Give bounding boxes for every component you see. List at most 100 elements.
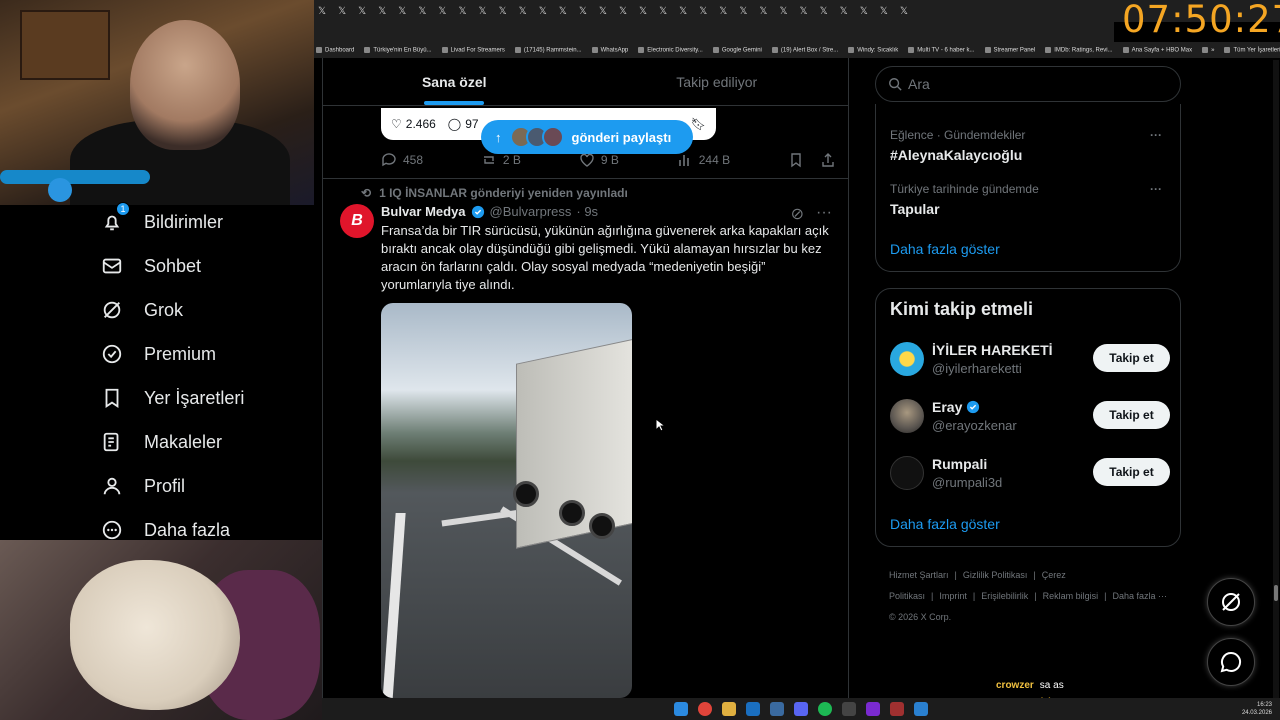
sidebar-item-bildirimler[interactable]: 1 Bildirimler bbox=[90, 200, 322, 244]
tab-following[interactable]: Takip ediliyor bbox=[586, 58, 849, 105]
bookmark-item[interactable]: Google Gemini bbox=[713, 47, 762, 53]
reply-button[interactable]: 458 bbox=[381, 152, 423, 168]
app-icon[interactable] bbox=[890, 702, 904, 716]
bookmark-item[interactable]: » bbox=[1202, 47, 1214, 53]
browser-tab[interactable]: 𝕏 bbox=[559, 6, 567, 17]
steam-icon[interactable] bbox=[770, 702, 784, 716]
browser-tab[interactable]: 𝕏 bbox=[739, 6, 747, 17]
grok-fab[interactable] bbox=[1207, 578, 1255, 626]
discord-icon[interactable] bbox=[794, 702, 808, 716]
bookmark-item[interactable]: Türkiye'nin En Büyü... bbox=[364, 47, 431, 53]
browser-tab[interactable]: 𝕏 bbox=[759, 6, 767, 17]
views-button[interactable]: 244 B bbox=[677, 152, 730, 168]
footer-link[interactable]: Hizmet Şartları bbox=[889, 570, 949, 580]
bookmark-item[interactable]: Dashboard bbox=[316, 47, 354, 53]
browser-tab[interactable]: 𝕏 bbox=[619, 6, 627, 17]
sidebar-item-makaleler[interactable]: Makaleler bbox=[90, 420, 322, 464]
browser-tab[interactable]: 𝕏 bbox=[679, 6, 687, 17]
repost-button[interactable]: 2 B bbox=[481, 152, 521, 168]
bookmark-item[interactable]: Multi TV - 6 haber k... bbox=[908, 47, 974, 53]
footer-link[interactable]: Imprint bbox=[939, 591, 967, 601]
bookmark-item[interactable]: Livad For Streamers bbox=[442, 47, 505, 53]
share-icon[interactable] bbox=[820, 152, 836, 168]
search-input[interactable]: Ara bbox=[875, 66, 1181, 102]
browser-tab[interactable]: 𝕏 bbox=[800, 6, 808, 17]
bookmark-icon[interactable] bbox=[788, 152, 804, 168]
browser-tab[interactable]: 𝕏 bbox=[338, 6, 346, 17]
browser-tab[interactable]: 𝕏 bbox=[458, 6, 466, 17]
browser-tab[interactable]: 𝕏 bbox=[479, 6, 487, 17]
new-posts-pill[interactable]: ↑ gönderi paylaştı bbox=[481, 120, 693, 154]
browser-tab[interactable]: 𝕏 bbox=[719, 6, 727, 17]
sidebar-item-premium[interactable]: Premium bbox=[90, 332, 322, 376]
follow-button[interactable]: Takip et bbox=[1093, 344, 1170, 372]
follow-show-more[interactable]: Daha fazla göster bbox=[890, 516, 1000, 532]
trend-item[interactable]: Eğlence · Gündemdekiler #AleynaKalaycıoğ… bbox=[890, 128, 1170, 163]
browser-tab[interactable]: 𝕏 bbox=[358, 6, 366, 17]
browser-tab[interactable]: 𝕏 bbox=[318, 6, 326, 17]
folder-icon[interactable] bbox=[722, 702, 736, 716]
tab-for-you[interactable]: Sana özel bbox=[323, 58, 586, 105]
more-icon[interactable]: ··· bbox=[1150, 182, 1162, 196]
browser-tab[interactable]: 𝕏 bbox=[539, 6, 547, 17]
follow-suggestion[interactable]: Eray @erayozkenar Takip et bbox=[890, 396, 1170, 436]
bookmark-item[interactable]: Streamer Panel bbox=[985, 47, 1036, 53]
more-icon[interactable]: ··· bbox=[816, 204, 832, 224]
grok-icon[interactable]: ⊘ bbox=[791, 204, 804, 224]
follow-suggestion[interactable]: Rumpali @rumpali3d Takip et bbox=[890, 453, 1170, 493]
bookmark-item[interactable]: (19) Alert Box / Stre... bbox=[772, 47, 838, 53]
like-button[interactable]: 9 B bbox=[579, 152, 619, 168]
heart-icon[interactable]: ♡ bbox=[391, 117, 402, 131]
trend-item[interactable]: Türkiye tarihinde gündemde Tapular ··· bbox=[890, 182, 1170, 217]
footer-link[interactable]: Daha fazla ··· bbox=[1112, 591, 1167, 601]
messages-fab[interactable] bbox=[1207, 638, 1255, 686]
author-name[interactable]: Bulvar Medya bbox=[381, 204, 466, 219]
browser-tab[interactable]: 𝕏 bbox=[398, 6, 406, 17]
app-icon[interactable] bbox=[914, 702, 928, 716]
browser-tab[interactable]: 𝕏 bbox=[519, 6, 527, 17]
bookmark-item[interactable]: Electronic Diversity... bbox=[638, 47, 703, 53]
avatar[interactable]: B bbox=[340, 204, 374, 238]
system-tray[interactable]: 16:23 24.03.2026 bbox=[1242, 701, 1272, 717]
follow-button[interactable]: Takip et bbox=[1093, 458, 1170, 486]
bookmark-item[interactable]: Windy: Sıcaklık bbox=[848, 47, 898, 53]
sidebar-item-sohbet[interactable]: Sohbet bbox=[90, 244, 322, 288]
browser-tab[interactable]: 𝕏 bbox=[499, 6, 507, 17]
browser-tab[interactable]: 𝕏 bbox=[820, 6, 828, 17]
app-icon[interactable] bbox=[746, 702, 760, 716]
start-icon[interactable] bbox=[674, 702, 688, 716]
chrome-icon[interactable] bbox=[698, 702, 712, 716]
footer-link[interactable]: Reklam bilgisi bbox=[1043, 591, 1099, 601]
address-bar-area[interactable] bbox=[314, 22, 1114, 42]
browser-tab[interactable]: 𝕏 bbox=[599, 6, 607, 17]
browser-tab[interactable]: 𝕏 bbox=[860, 6, 868, 17]
trends-show-more[interactable]: Daha fazla göster bbox=[890, 241, 1000, 257]
bookmarks-bar[interactable]: Dashboard Türkiye'nin En Büyü... Livad For… bbox=[314, 42, 1280, 58]
author-handle[interactable]: @Bulvarpress bbox=[490, 204, 572, 219]
follow-suggestion[interactable]: İYİLER HAREKETİ @iyilerhareketti Takip e… bbox=[890, 339, 1170, 379]
bookmark-item[interactable]: Tüm Yer İşaretleri bbox=[1224, 47, 1280, 53]
scrollbar-thumb[interactable] bbox=[1274, 585, 1278, 601]
browser-tab[interactable]: 𝕏 bbox=[880, 6, 888, 17]
bookmark-item[interactable]: (17145) Rammstein... bbox=[515, 47, 582, 53]
bookmark-icon[interactable]: 🔖︎ bbox=[691, 117, 706, 131]
browser-tab[interactable]: 𝕏 bbox=[779, 6, 787, 17]
browser-tab[interactable]: 𝕏 bbox=[378, 6, 386, 17]
browser-tab[interactable]: 𝕏 bbox=[659, 6, 667, 17]
avatar[interactable] bbox=[890, 399, 924, 433]
spotify-icon[interactable] bbox=[818, 702, 832, 716]
avatar[interactable] bbox=[890, 342, 924, 376]
repost-context[interactable]: ⟲ 1 IQ İNSANLAR gönderiyi yeniden yayınl… bbox=[361, 186, 628, 200]
reply-icon[interactable]: ◯ bbox=[448, 117, 461, 131]
browser-tab[interactable]: 𝕏 bbox=[900, 6, 908, 17]
browser-tab[interactable]: 𝕏 bbox=[438, 6, 446, 17]
bookmark-item[interactable]: Ana Sayfa + HBO Max bbox=[1123, 47, 1193, 53]
app-icon[interactable] bbox=[842, 702, 856, 716]
app-icon[interactable] bbox=[866, 702, 880, 716]
follow-button[interactable]: Takip et bbox=[1093, 401, 1170, 429]
browser-tab[interactable]: 𝕏 bbox=[639, 6, 647, 17]
post-image[interactable] bbox=[381, 303, 632, 698]
footer-link[interactable]: Erişilebilirlik bbox=[981, 591, 1028, 601]
sidebar-item-yer-i̇şaretleri[interactable]: Yer İşaretleri bbox=[90, 376, 322, 420]
bookmark-item[interactable]: WhatsApp bbox=[592, 47, 629, 53]
